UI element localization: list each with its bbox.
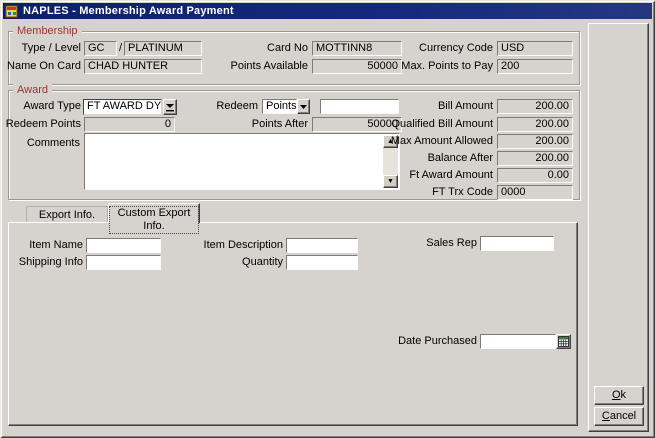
- ok-button-accel: O: [612, 389, 621, 401]
- redeem-points-field: 0: [84, 117, 175, 132]
- redeem-dropdown-button[interactable]: [297, 99, 310, 114]
- dialog-window: NAPLES - Membership Award Payment Member…: [0, 0, 655, 438]
- balance-after-field: 200.00: [497, 151, 573, 166]
- max-amount-allowed-label: Max Amount Allowed: [370, 134, 493, 149]
- name-on-card-field: CHAD HUNTER: [84, 59, 202, 74]
- qualified-bill-amount-field: 200.00: [497, 117, 573, 132]
- redeem-label: Redeem: [180, 99, 258, 114]
- item-name-input[interactable]: [86, 238, 161, 253]
- ok-button[interactable]: Ok: [594, 386, 644, 405]
- cancel-button[interactable]: Cancel: [594, 407, 644, 426]
- shipping-info-label: Shipping Info: [5, 255, 83, 270]
- redeem-points-label: Redeem Points: [2, 117, 81, 132]
- cancel-button-accel: C: [602, 410, 610, 422]
- name-on-card-label: Name On Card: [2, 59, 81, 74]
- calendar-icon: [558, 336, 569, 347]
- max-points-to-pay-label: Max. Points to Pay: [385, 59, 493, 74]
- currency-code-label: Currency Code: [385, 41, 493, 56]
- award-type-dropdown-button[interactable]: [163, 99, 177, 115]
- comments-textarea[interactable]: ▲ ▼: [84, 133, 400, 190]
- balance-after-label: Balance After: [370, 151, 493, 166]
- award-type-label: Award Type: [2, 99, 81, 114]
- sales-rep-label: Sales Rep: [400, 236, 477, 251]
- date-picker-button[interactable]: [556, 334, 571, 349]
- ft-award-amount-field: 0.00: [497, 168, 573, 183]
- ok-button-rest: k: [621, 389, 627, 401]
- card-no-label: Card No: [210, 41, 308, 56]
- tab-custom-export-info-label: Custom Export Info.: [109, 206, 199, 234]
- bill-amount-label: Bill Amount: [385, 99, 493, 114]
- item-name-label: Item Name: [5, 238, 83, 253]
- dropdown-arrow-icon: [166, 103, 174, 112]
- date-purchased-input[interactable]: [480, 334, 556, 349]
- quantity-label: Quantity: [170, 255, 283, 270]
- ft-award-amount-label: Ft Award Amount: [370, 168, 493, 183]
- comments-label: Comments: [2, 136, 80, 151]
- tab-export-info-label: Export Info.: [39, 209, 95, 221]
- bill-amount-field: 200.00: [497, 99, 573, 114]
- member-level-field: PLATINUM: [124, 41, 202, 56]
- qualified-bill-amount-label: Qualified Bill Amount: [370, 117, 493, 132]
- cancel-button-rest: ancel: [610, 410, 636, 422]
- title-bar[interactable]: NAPLES - Membership Award Payment: [3, 3, 652, 19]
- ft-trx-code-field: 0000: [497, 185, 573, 200]
- max-amount-allowed-field: 200.00: [497, 134, 573, 149]
- award-legend: Award: [13, 84, 52, 96]
- sales-rep-input[interactable]: [480, 236, 554, 251]
- item-description-input[interactable]: [286, 238, 358, 253]
- membership-legend: Membership: [13, 25, 82, 37]
- quantity-input[interactable]: [286, 255, 358, 270]
- item-description-label: Item Description: [170, 238, 283, 253]
- type-level-separator: /: [117, 41, 124, 56]
- points-available-label: Points Available: [210, 59, 308, 74]
- points-after-label: Points After: [210, 117, 308, 132]
- shipping-info-input[interactable]: [86, 255, 161, 270]
- max-points-to-pay-field: 200: [497, 59, 573, 74]
- membership-group: Membership: [8, 31, 580, 85]
- tab-custom-export-info[interactable]: Custom Export Info.: [108, 203, 200, 223]
- redeem-combo[interactable]: Points: [262, 99, 297, 114]
- member-type-field: GC: [84, 41, 117, 56]
- date-purchased-label: Date Purchased: [385, 334, 477, 349]
- type-level-label: Type / Level: [2, 41, 81, 56]
- currency-code-field: USD: [497, 41, 573, 56]
- dropdown-arrow-icon: [300, 105, 307, 109]
- window-title: NAPLES - Membership Award Payment: [23, 5, 234, 17]
- app-icon: [5, 5, 19, 18]
- tab-export-info[interactable]: Export Info.: [26, 206, 108, 222]
- ft-trx-code-label: FT Trx Code: [370, 185, 493, 200]
- button-panel: [588, 23, 649, 432]
- award-type-combo[interactable]: FT AWARD DYNA: [83, 99, 162, 115]
